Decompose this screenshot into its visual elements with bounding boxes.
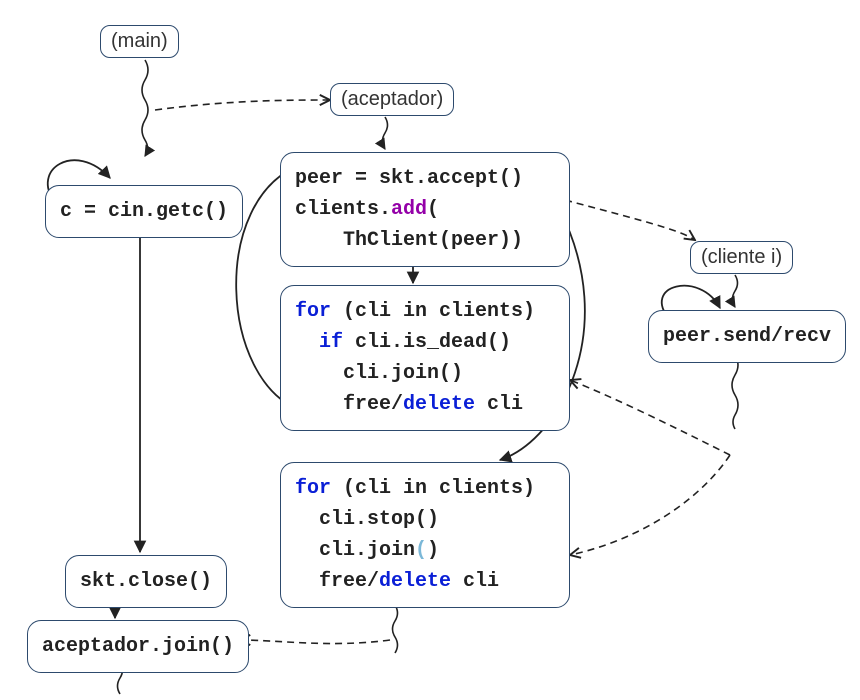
code-for2-l2: cli.stop()	[295, 508, 439, 531]
code-for1-l1b: (cli in clients)	[331, 300, 535, 323]
code-for1-l4b: cli	[475, 393, 523, 416]
wavy-sendrecv-down	[732, 355, 738, 429]
dashed-for2-to-join	[240, 640, 390, 644]
code-for2-l3a: cli.join	[295, 539, 415, 562]
label-main: (main)	[100, 25, 179, 58]
box-accept: peer = skt.accept() clients.add( ThClien…	[280, 152, 570, 267]
code-for2-paren: (	[415, 539, 427, 562]
code-accept-l2b: (	[427, 198, 439, 221]
code-for1-l2b: cli.is_dead()	[343, 331, 511, 354]
code-for1-l4a: free/	[295, 393, 403, 416]
code-for2-delete: delete	[379, 570, 451, 593]
code-accept-l2a: clients.	[295, 198, 391, 221]
box-sendrecv: peer.send/recv	[648, 310, 846, 363]
label-cliente: (cliente i)	[690, 241, 793, 274]
code-for2-l4b: cli	[451, 570, 499, 593]
code-for2-kw: for	[295, 477, 331, 500]
box-skt-close: skt.close()	[65, 555, 227, 608]
code-for2-l4a: free/	[295, 570, 379, 593]
wavy-for2-down	[393, 605, 398, 653]
code-skt-close: skt.close()	[80, 570, 212, 593]
code-accept-l3: ThClient(peer))	[295, 229, 523, 252]
dashed-main-to-aceptador	[155, 100, 330, 110]
code-for2-l3b: )	[427, 539, 439, 562]
code-for1-kw: for	[295, 300, 331, 323]
label-main-text: (main)	[111, 30, 168, 52]
code-acc-join: aceptador.join()	[42, 635, 234, 658]
dashed-cliente-back-1	[570, 380, 730, 455]
dashed-cliente-back-2	[570, 455, 730, 555]
code-accept-l1: peer = skt.accept()	[295, 167, 523, 190]
box-acc-join: aceptador.join()	[27, 620, 249, 673]
dashed-accept-to-cliente	[565, 200, 695, 240]
box-for-shutdown: for (cli in clients) cli.stop() cli.join…	[280, 462, 570, 608]
code-sendrecv: peer.send/recv	[663, 325, 831, 348]
code-for1-delete: delete	[403, 393, 475, 416]
box-for-cleanup: for (cli in clients) if cli.is_dead() cl…	[280, 285, 570, 431]
wavy-main-down	[142, 60, 148, 156]
wavy-cliente-down	[733, 275, 738, 307]
box-getc: c = cin.getc()	[45, 185, 243, 238]
code-for2-l1b: (cli in clients)	[331, 477, 535, 500]
code-for1-if: if	[295, 331, 343, 354]
label-aceptador-text: (aceptador)	[341, 88, 443, 110]
label-cliente-text: (cliente i)	[701, 246, 782, 268]
label-aceptador: (aceptador)	[330, 83, 454, 116]
code-accept-add: add	[391, 198, 427, 221]
wavy-aceptador-down	[383, 117, 388, 149]
code-for1-l3: cli.join()	[295, 362, 463, 385]
code-getc: c = cin.getc()	[60, 200, 228, 223]
